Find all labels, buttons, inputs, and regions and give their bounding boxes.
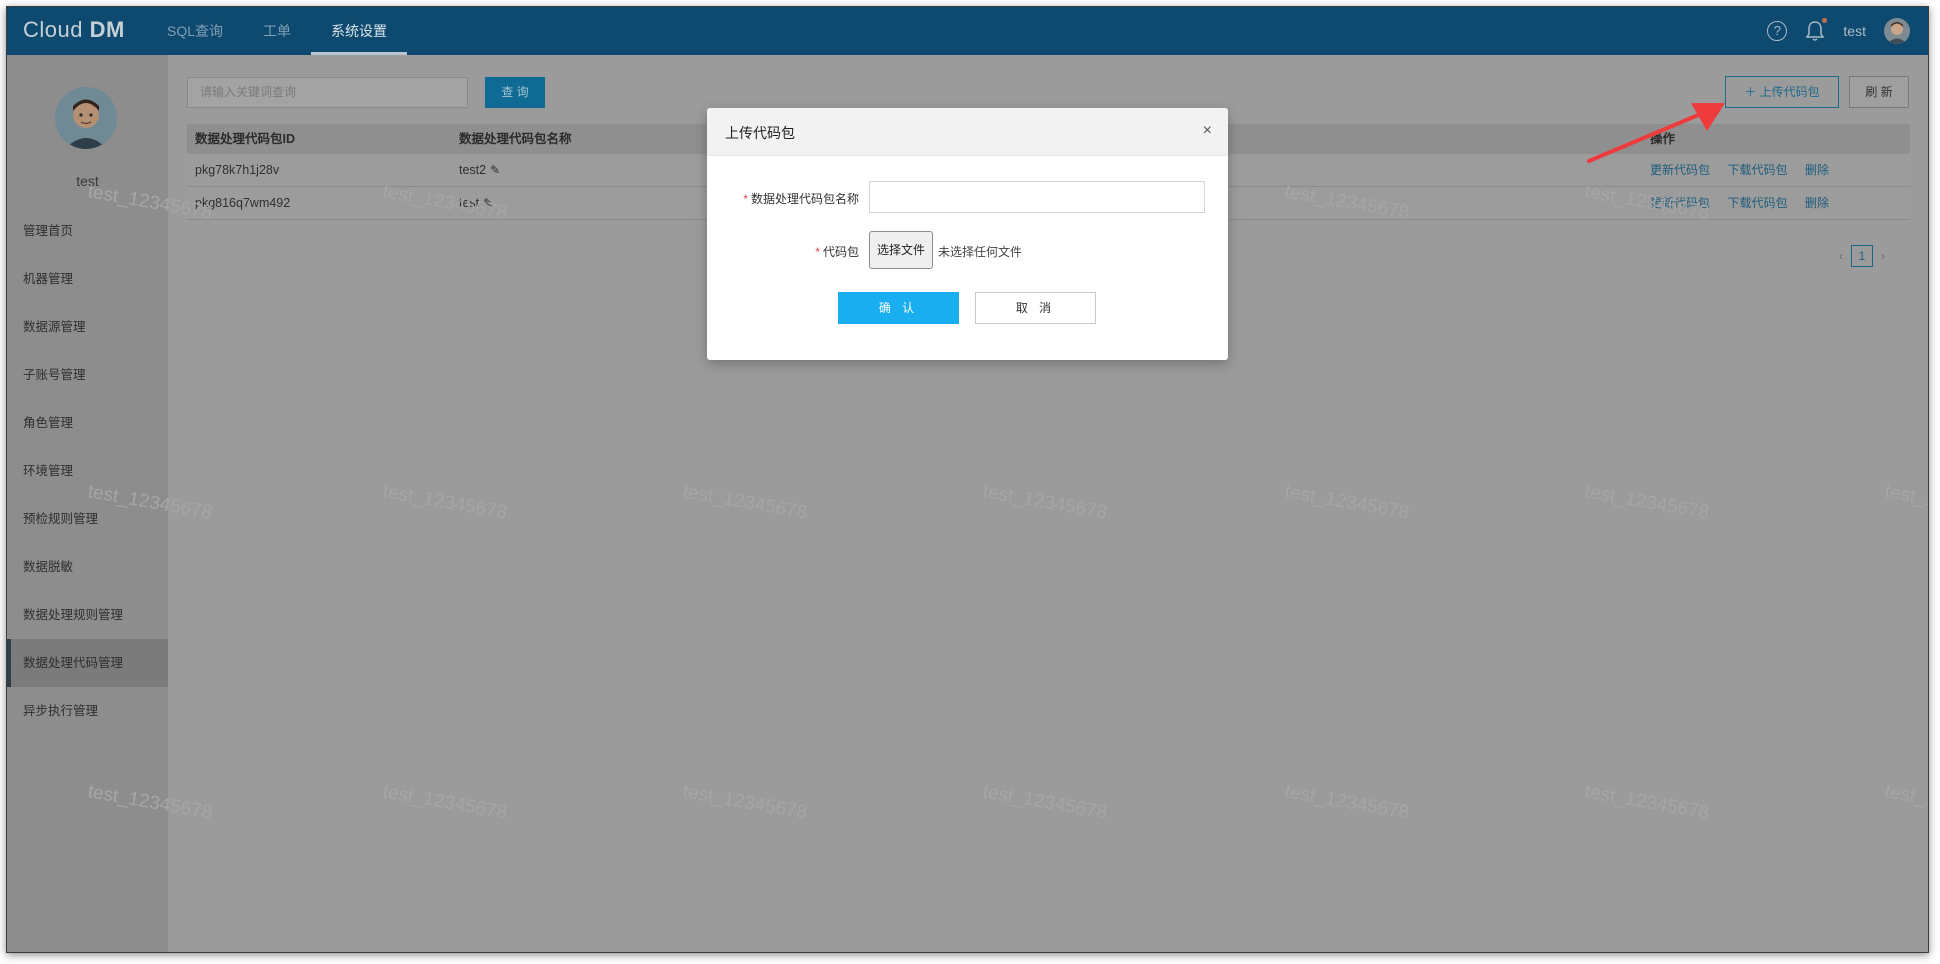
package-id: pkg78k7h1j28v — [195, 163, 280, 177]
package-name-label: * 数据处理代码包名称 — [707, 190, 859, 207]
confirm-button[interactable]: 确 认 — [838, 292, 959, 324]
sidebar-item-admin-home[interactable]: 管理首页 — [7, 207, 168, 255]
package-name-label-text: 数据处理代码包名称 — [750, 192, 859, 206]
watermark: test_12345678 — [1883, 781, 1929, 824]
sidebar-item-subaccounts[interactable]: 子账号管理 — [7, 351, 168, 399]
watermark: test_12345678 — [1583, 481, 1711, 524]
watermark: test_12345678 — [981, 481, 1109, 524]
row-actions: 更新代码包 下载代码包 删除 — [1636, 154, 1910, 186]
query-button[interactable]: 查 询 — [485, 77, 545, 108]
watermark: test_12345678 — [1883, 481, 1929, 524]
sidebar-item-async-execution[interactable]: 异步执行管理 — [7, 687, 168, 735]
notification-dot — [1822, 18, 1828, 23]
top-bar: Cloud DM SQL查询 工单 系统设置 ? test — [7, 7, 1928, 55]
package-id: pkg816q7wm492 — [195, 196, 291, 210]
column-header-actions: 操作 — [1650, 132, 1676, 146]
package-name: test — [459, 196, 480, 210]
search-input[interactable]: 请输入关键词查询 — [187, 77, 468, 108]
nav-sql-query[interactable]: SQL查询 — [147, 7, 243, 55]
column-header-id: 数据处理代码包ID — [195, 132, 296, 146]
sidebar-item-processing-code[interactable]: 数据处理代码管理 — [7, 639, 168, 687]
package-file-label: * 代码包 — [707, 243, 859, 260]
refresh-button[interactable]: 刷 新 — [1849, 76, 1909, 108]
watermark: test_12345678 — [681, 781, 809, 824]
close-icon[interactable]: × — [1203, 122, 1212, 140]
sidebar-item-environments[interactable]: 环境管理 — [7, 447, 168, 495]
required-mark: * — [815, 245, 820, 259]
user-avatar[interactable] — [1884, 18, 1910, 44]
app-logo[interactable]: Cloud DM — [23, 17, 125, 43]
app-window: Cloud DM SQL查询 工单 系统设置 ? test test 管理首页 … — [6, 6, 1929, 953]
file-status-text: 未选择任何文件 — [938, 245, 1023, 259]
sidebar-item-roles[interactable]: 角色管理 — [7, 399, 168, 447]
required-mark: * — [743, 192, 748, 206]
package-file-label-text: 代码包 — [822, 245, 859, 259]
sidebar-item-datasources[interactable]: 数据源管理 — [7, 303, 168, 351]
pagination: ‹ 1 › — [1839, 245, 1885, 267]
header-username[interactable]: test — [1843, 23, 1866, 39]
sidebar-item-data-masking[interactable]: 数据脱敏 — [7, 543, 168, 591]
update-package-link[interactable]: 更新代码包 — [1650, 196, 1710, 210]
choose-file-button[interactable]: 选择文件 — [869, 231, 933, 269]
watermark: test_12345678 — [381, 781, 509, 824]
dialog-title: 上传代码包 — [725, 125, 795, 141]
next-page-icon[interactable]: › — [1881, 249, 1885, 263]
delete-link[interactable]: 删除 — [1805, 163, 1829, 177]
row-actions: 更新代码包 下载代码包 删除 — [1636, 187, 1910, 219]
edit-pencil-icon[interactable]: ✎ — [483, 187, 493, 220]
help-icon[interactable]: ? — [1767, 21, 1788, 41]
dialog-header: 上传代码包 × — [707, 108, 1228, 156]
watermark: test_12345678 — [981, 781, 1109, 824]
nav-system-settings[interactable]: 系统设置 — [311, 7, 408, 55]
upload-package-button[interactable]: ＋ 上传代码包 — [1725, 76, 1839, 108]
watermark: test_12345678 — [681, 481, 809, 524]
bell-icon[interactable] — [1805, 18, 1828, 42]
watermark: test_12345678 — [1583, 781, 1711, 824]
header-actions: ? test — [1767, 7, 1910, 55]
nav-tickets[interactable]: 工单 — [243, 7, 311, 55]
package-name-input[interactable] — [869, 181, 1205, 213]
edit-pencil-icon[interactable]: ✎ — [490, 154, 500, 187]
sidebar-item-precheck-rules[interactable]: 预检规则管理 — [7, 495, 168, 543]
sidebar-item-machines[interactable]: 机器管理 — [7, 255, 168, 303]
sidebar: test 管理首页 机器管理 数据源管理 子账号管理 角色管理 环境管理 预检规… — [7, 55, 168, 952]
sidebar-avatar — [55, 87, 117, 149]
logo-bold-text: DM — [89, 17, 125, 42]
watermark: test_12345678 — [381, 481, 509, 524]
watermark: test_12345678 — [1283, 781, 1411, 824]
upload-package-dialog: 上传代码包 × * 数据处理代码包名称 * 代码包 选择文件 未选择任何文件 确 认… — [707, 108, 1228, 360]
download-package-link[interactable]: 下载代码包 — [1728, 196, 1788, 210]
delete-link[interactable]: 删除 — [1805, 196, 1829, 210]
prev-page-icon[interactable]: ‹ — [1839, 249, 1843, 263]
sidebar-item-processing-rules[interactable]: 数据处理规则管理 — [7, 591, 168, 639]
package-name: test2 — [459, 163, 487, 177]
cancel-button[interactable]: 取 消 — [975, 292, 1096, 324]
sidebar-menu: 管理首页 机器管理 数据源管理 子账号管理 角色管理 环境管理 预检规则管理 数… — [7, 207, 168, 735]
download-package-link[interactable]: 下载代码包 — [1728, 163, 1788, 177]
update-package-link[interactable]: 更新代码包 — [1650, 163, 1710, 177]
logo-text: Cloud — [23, 17, 83, 42]
sidebar-username: test — [76, 173, 99, 189]
top-nav: SQL查询 工单 系统设置 — [147, 7, 408, 55]
watermark: test_12345678 — [1283, 481, 1411, 524]
page-number[interactable]: 1 — [1851, 245, 1873, 267]
